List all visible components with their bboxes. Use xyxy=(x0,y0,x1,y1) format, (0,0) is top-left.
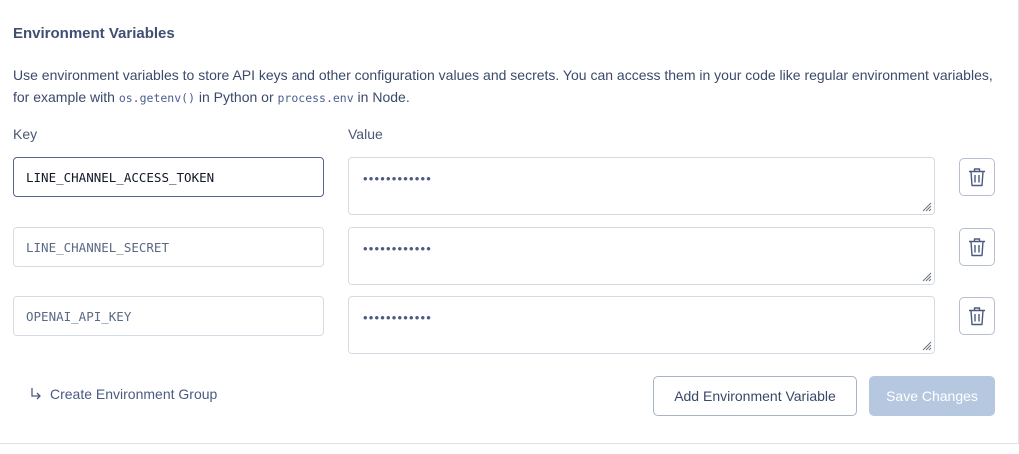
env-key-input[interactable] xyxy=(13,157,324,197)
code-process-env: process.env xyxy=(277,91,354,105)
resize-grip-icon[interactable] xyxy=(920,200,932,212)
env-value-input[interactable]: •••••••••••• xyxy=(348,296,935,354)
value-column-label: Value xyxy=(348,126,383,142)
create-environment-group-link[interactable]: Create Environment Group xyxy=(30,386,217,402)
description-text-2: in Python or xyxy=(195,89,278,105)
delete-variable-button[interactable] xyxy=(959,228,995,266)
description-text-3: in Node. xyxy=(353,89,410,105)
section-title: Environment Variables xyxy=(13,25,175,42)
key-column-label: Key xyxy=(13,126,38,142)
code-os-getenv: os.getenv() xyxy=(118,91,195,105)
arrow-turn-down-right-icon xyxy=(30,387,42,401)
env-value-input[interactable]: •••••••••••• xyxy=(348,157,935,215)
environment-variables-panel: Environment Variables Use environment va… xyxy=(0,0,1019,444)
delete-variable-button[interactable] xyxy=(959,158,995,196)
trash-icon xyxy=(969,238,985,257)
delete-variable-button[interactable] xyxy=(959,297,995,335)
trash-icon xyxy=(969,307,985,326)
trash-icon xyxy=(969,168,985,187)
add-environment-variable-button[interactable]: Add Environment Variable xyxy=(653,376,857,416)
env-value-input[interactable]: •••••••••••• xyxy=(348,227,935,285)
masked-value: •••••••••••• xyxy=(363,310,433,325)
masked-value: •••••••••••• xyxy=(363,171,433,186)
masked-value: •••••••••••• xyxy=(363,241,433,256)
resize-grip-icon[interactable] xyxy=(920,339,932,351)
env-key-input[interactable] xyxy=(13,296,324,336)
resize-grip-icon[interactable] xyxy=(920,270,932,282)
create-group-label: Create Environment Group xyxy=(50,386,218,402)
section-description: Use environment variables to store API k… xyxy=(13,64,993,109)
env-key-input[interactable] xyxy=(13,227,324,267)
save-changes-button[interactable]: Save Changes xyxy=(869,376,995,416)
